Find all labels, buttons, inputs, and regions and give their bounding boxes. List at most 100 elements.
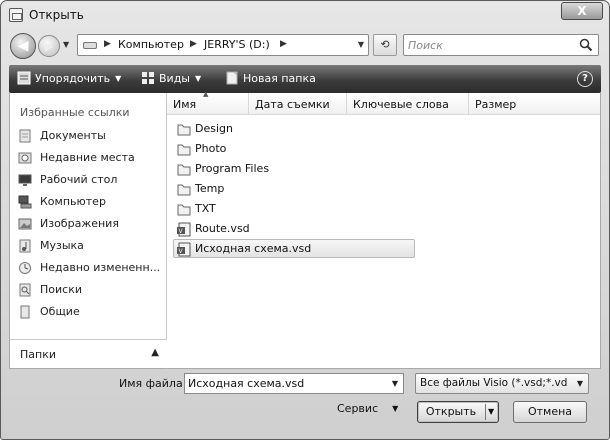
chevron-down-icon[interactable]: ▼	[392, 379, 398, 388]
file-row[interactable]: Temp	[173, 179, 415, 198]
sidebar-item-searches[interactable]: Поиски	[16, 280, 164, 300]
open-button[interactable]: Открыть ▼	[417, 401, 499, 423]
sidebar-item-label: Изображения	[40, 217, 119, 230]
folder-icon	[177, 124, 191, 136]
close-button[interactable]: X	[561, 2, 603, 20]
file-row-selected[interactable]: V Исходная схема.vsd	[173, 239, 415, 258]
file-name: Photo	[195, 142, 227, 155]
file-name: Design	[195, 122, 233, 135]
desktop-icon	[18, 174, 32, 186]
folder-icon	[177, 204, 191, 216]
column-header-date-taken[interactable]: Дата съемки	[249, 93, 347, 115]
file-name: Temp	[195, 182, 225, 195]
column-header-size[interactable]: Размер	[469, 93, 600, 115]
search-icon[interactable]	[579, 38, 593, 52]
filename-combobox[interactable]: ▼	[184, 373, 404, 394]
file-row[interactable]: V Route.vsd	[173, 219, 415, 238]
sidebar-item-pictures[interactable]: Изображения	[16, 214, 164, 234]
file-name: Route.vsd	[195, 222, 250, 235]
folder-icon	[177, 164, 191, 176]
filetype-select[interactable]: Все файлы Visio (*.vsd;*.vdx;*. ▼	[415, 373, 589, 394]
breadcrumb-separator-icon[interactable]: ▶	[104, 39, 111, 49]
organize-label: Упорядочить	[35, 72, 111, 85]
tools-button[interactable]: Сервис ▼	[337, 402, 398, 422]
cancel-button[interactable]: Отмена	[513, 401, 587, 423]
history-dropdown-icon[interactable]: ▼	[63, 40, 69, 49]
sidebar-item-label: Компьютер	[40, 195, 106, 208]
refresh-button[interactable]: ⟲	[373, 34, 397, 56]
filename-input[interactable]	[188, 376, 378, 391]
help-icon[interactable]: ?	[577, 71, 593, 87]
recently-changed-icon	[19, 262, 31, 274]
filetype-value: Все файлы Visio (*.vsd;*.vdx;*.	[420, 377, 568, 389]
new-folder-icon	[226, 71, 238, 85]
file-name: Исходная схема.vsd	[195, 242, 312, 255]
dialog-title: Открыть	[29, 8, 84, 22]
sidebar-item-computer[interactable]: Компьютер	[16, 192, 164, 212]
drive-icon	[83, 42, 97, 49]
search-input[interactable]	[408, 37, 576, 53]
breadcrumb-computer[interactable]: Компьютер	[118, 38, 184, 51]
sidebar-item-public[interactable]: Общие	[16, 302, 164, 322]
sidebar-item-music[interactable]: Музыка	[16, 236, 164, 256]
file-name: Program Files	[195, 162, 270, 175]
dialog-app-icon	[9, 8, 23, 22]
sidebar-item-label: Поиски	[40, 283, 82, 296]
split-divider	[485, 404, 486, 420]
sort-ascending-icon: ▲	[203, 90, 209, 98]
navigation-pane: Избранные ссылки Документы Недавние мест…	[9, 93, 167, 369]
file-row[interactable]: TXT	[173, 199, 415, 218]
visio-file-icon: V	[177, 222, 191, 237]
file-row[interactable]: Design	[173, 119, 415, 138]
address-bar[interactable]: ▶ Компьютер ▶ JERRY'S (D:) ▶ ▼	[77, 34, 369, 56]
chevron-up-icon: ▲	[151, 347, 159, 358]
new-folder-button[interactable]: Новая папка	[225, 71, 316, 87]
folders-label: Папки	[20, 348, 56, 361]
recent-places-icon	[18, 152, 32, 164]
organize-icon	[17, 71, 31, 85]
sidebar-item-documents[interactable]: Документы	[16, 126, 164, 146]
sidebar-item-label: Недавно измененн...	[40, 261, 161, 274]
views-icon	[142, 72, 154, 84]
breadcrumb-separator-icon[interactable]: ▶	[280, 39, 287, 49]
organize-button[interactable]: Упорядочить ▼	[17, 71, 121, 87]
breadcrumb-separator-icon[interactable]: ▶	[190, 39, 197, 49]
folders-toggle[interactable]: Папки ▲	[10, 339, 167, 368]
command-toolbar: Упорядочить ▼ Виды ▼ Новая папка ?	[9, 65, 601, 93]
sidebar-item-desktop[interactable]: Рабочий стол	[16, 170, 164, 190]
title-bar[interactable]: Открыть X	[1, 1, 609, 29]
favorite-links-title: Избранные ссылки	[20, 106, 130, 119]
column-header-name[interactable]: ▲ Имя	[167, 90, 249, 115]
sidebar-item-label: Недавние места	[40, 151, 135, 164]
breadcrumb-drive[interactable]: JERRY'S (D:)	[204, 38, 270, 51]
open-label: Открыть	[425, 405, 477, 418]
search-box[interactable]	[403, 34, 599, 56]
pictures-icon	[18, 218, 32, 230]
searches-icon	[19, 283, 31, 297]
forward-button[interactable]: ▶	[38, 35, 60, 57]
chevron-down-icon: ▼	[576, 379, 583, 388]
address-dropdown-icon[interactable]: ▼	[358, 40, 364, 49]
sidebar-item-label: Музыка	[40, 239, 84, 252]
chevron-down-icon: ▼	[115, 74, 122, 83]
folder-icon	[177, 144, 191, 156]
back-button[interactable]: ◀	[10, 33, 36, 59]
column-header-keywords[interactable]: Ключевые слова	[347, 93, 469, 115]
file-list: ▲ Имя Дата съемки Ключевые слова Размер …	[167, 90, 601, 369]
file-row[interactable]: Program Files	[173, 159, 415, 178]
views-button[interactable]: Виды ▼	[141, 71, 201, 87]
filename-label: Имя файла:	[119, 377, 187, 390]
public-icon	[20, 305, 30, 319]
file-row[interactable]: Photo	[173, 139, 415, 158]
sidebar-item-label: Общие	[40, 305, 80, 318]
sidebar-item-label: Документы	[40, 129, 106, 142]
open-options-dropdown-icon[interactable]: ▼	[488, 402, 494, 422]
navigation-bar: ◀ ▶ ▼ ▶ Компьютер ▶ JERRY'S (D:) ▶ ▼ ⟲	[1, 29, 609, 63]
file-name: TXT	[195, 202, 216, 215]
tools-label: Сервис	[337, 402, 379, 415]
sidebar-item-recent-places[interactable]: Недавние места	[16, 148, 164, 168]
visio-file-icon: V	[177, 242, 191, 257]
sidebar-item-recently-changed[interactable]: Недавно измененн...	[16, 258, 164, 278]
chevron-down-icon: ▼	[195, 74, 202, 83]
sidebar-item-label: Рабочий стол	[40, 173, 118, 186]
